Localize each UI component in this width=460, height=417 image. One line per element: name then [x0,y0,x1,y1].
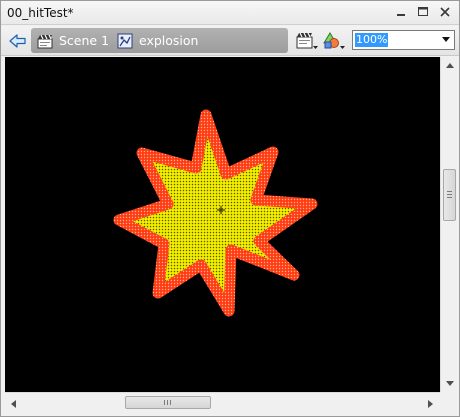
edit-scene-button[interactable] [295,31,319,51]
title-bar[interactable]: 00_hitTest* [1,1,459,25]
edit-bar: Scene 1 explosion 100% [1,26,459,56]
breadcrumb: Scene 1 explosion [31,28,288,53]
minimize-icon [397,14,405,16]
back-arrow-icon [9,34,26,48]
maximize-button[interactable] [415,4,431,20]
minimize-button[interactable] [393,4,409,20]
scroll-right-button[interactable] [422,395,439,412]
maximize-icon [418,7,428,16]
zoom-value[interactable]: 100% [355,33,389,47]
flash-document-window: 00_hitTest* Scene 1 explosion 100% [0,0,460,417]
breadcrumb-label-scene: Scene 1 [59,33,110,48]
scroll-left-icon [10,399,16,408]
chevron-down-icon [442,37,450,42]
scroll-right-icon [427,399,433,408]
close-button[interactable] [437,4,453,20]
edit-symbols-button[interactable] [322,31,346,51]
scroll-left-button[interactable] [5,395,22,412]
stage-canvas[interactable] [5,57,440,392]
clapperboard-icon [37,34,53,48]
horizontal-scrollbar[interactable] [5,392,440,413]
scroll-down-button[interactable] [441,375,458,392]
scroll-up-icon [445,62,454,68]
edit-scene-icon [296,32,318,49]
breadcrumb-item-symbol[interactable]: explosion [117,28,198,53]
scroll-down-icon [445,380,454,386]
scroll-up-button[interactable] [441,57,458,74]
scrollbar-corner [440,392,457,413]
breadcrumb-item-scene[interactable]: Scene 1 [37,28,109,53]
edit-symbols-icon [323,32,345,49]
movie-clip-icon [117,33,133,48]
vertical-scroll-thumb[interactable] [443,169,456,221]
zoom-select[interactable]: 100% [352,30,455,50]
back-button[interactable] [8,32,28,50]
close-icon [440,7,450,17]
window-title: 00_hitTest* [7,6,74,20]
starburst-shape [113,109,318,317]
horizontal-scroll-thumb[interactable] [125,396,211,409]
vertical-scrollbar[interactable] [440,57,457,392]
explosion-starburst[interactable] [5,57,440,392]
breadcrumb-label-symbol: explosion [139,33,199,48]
